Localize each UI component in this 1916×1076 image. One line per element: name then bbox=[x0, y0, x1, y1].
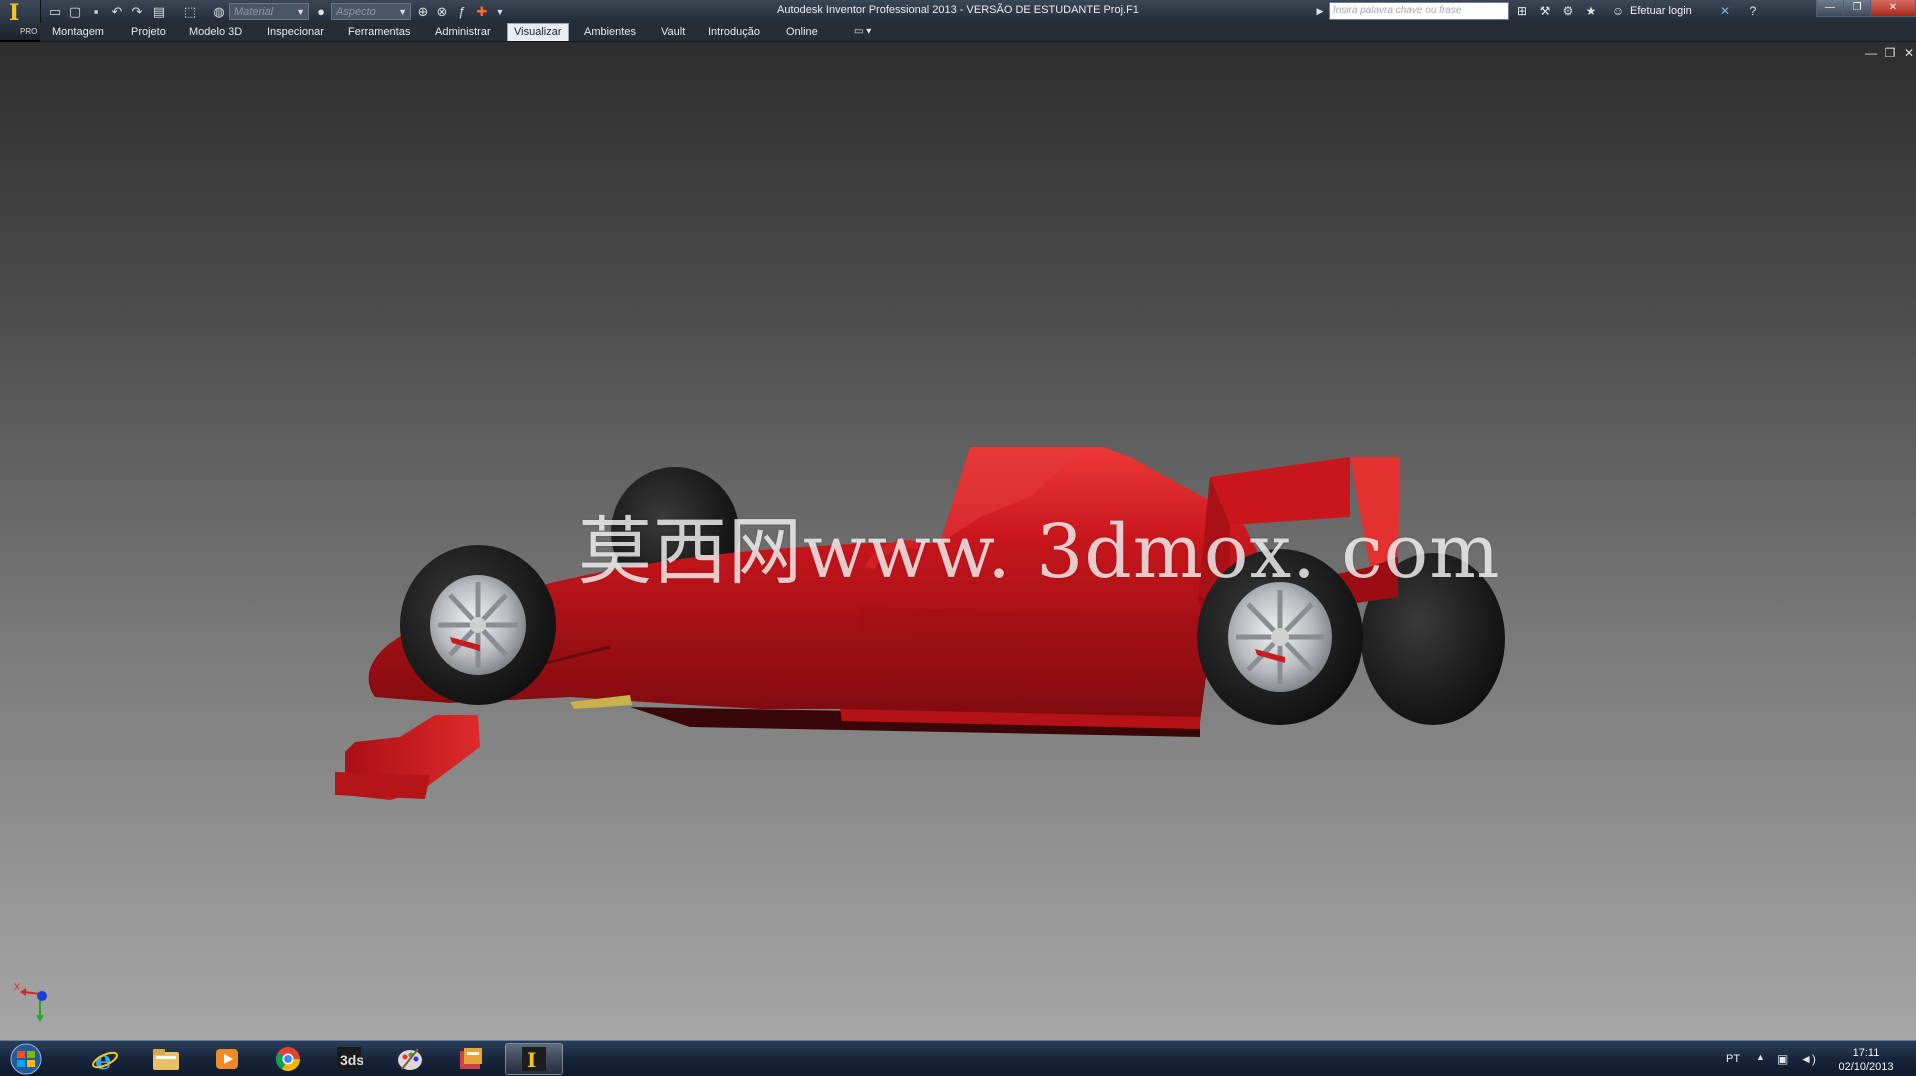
tab-visualizar[interactable]: Visualizar bbox=[507, 23, 569, 41]
ribbon-display-toggle-icon[interactable]: ▭ ▾ bbox=[848, 24, 877, 40]
help-icon[interactable]: ? bbox=[1745, 3, 1761, 19]
clear-appearance-icon[interactable]: ⊗ bbox=[433, 3, 451, 20]
close-window-button[interactable]: ✕ bbox=[1870, 0, 1916, 17]
paint-icon bbox=[398, 1048, 422, 1070]
open-folder-icon[interactable]: ▢ bbox=[66, 3, 84, 20]
media-player-icon bbox=[216, 1049, 238, 1069]
binoculars-icon[interactable]: ⊞ bbox=[1514, 3, 1530, 19]
tab-vault[interactable]: Vault bbox=[655, 24, 691, 40]
taskbar-3ds-max[interactable]: 3ds bbox=[320, 1043, 378, 1075]
start-button[interactable] bbox=[5, 1043, 47, 1075]
tab-inspecionar[interactable]: Inspecionar bbox=[261, 24, 330, 40]
taskbar-internet-explorer[interactable]: e bbox=[76, 1043, 134, 1075]
taskbar-inventor[interactable]: I bbox=[505, 1043, 563, 1075]
svg-text:I: I bbox=[527, 1048, 536, 1072]
print-icon[interactable]: ▤ bbox=[150, 3, 168, 20]
taskbar-app[interactable] bbox=[442, 1043, 500, 1075]
zoom-icon[interactable]: ⊕ bbox=[414, 3, 432, 20]
color-sphere-icon[interactable]: ● bbox=[312, 3, 330, 20]
material-dropdown[interactable]: Material ▼ bbox=[229, 3, 309, 20]
tab-administrar[interactable]: Administrar bbox=[429, 24, 497, 40]
exchange-apps-icon[interactable]: ✕ bbox=[1717, 3, 1733, 19]
graphics-viewport[interactable]: — ❐ ✕ 莫西网www. 3dmox. com X bbox=[0, 42, 1916, 1040]
help-search-placeholder: Insira palavra chave ou frase bbox=[1333, 5, 1462, 16]
login-label[interactable]: Efetuar login bbox=[1630, 5, 1692, 17]
tab-introducao[interactable]: Introdução bbox=[702, 24, 766, 40]
taskbar-media-player[interactable] bbox=[198, 1043, 256, 1075]
front-wing-endplate bbox=[335, 772, 430, 799]
appearance-dropdown[interactable]: Aspecto ▼ bbox=[331, 3, 411, 20]
appearance-icon[interactable]: ◍ bbox=[210, 3, 228, 20]
show-hidden-icons-icon[interactable]: ▲ bbox=[1756, 1052, 1765, 1062]
inventor-logo-icon: I bbox=[9, 0, 20, 26]
expand-arrow-icon[interactable]: ▶ bbox=[1312, 3, 1328, 19]
add-icon[interactable]: ✚ bbox=[473, 3, 491, 20]
clock-time: 17:11 bbox=[1852, 1047, 1880, 1059]
minimize-document-icon[interactable]: — bbox=[1864, 46, 1878, 60]
tab-ambientes[interactable]: Ambientes bbox=[578, 24, 642, 40]
close-document-icon[interactable]: ✕ bbox=[1902, 46, 1916, 60]
tab-ferramentas[interactable]: Ferramentas bbox=[342, 24, 416, 40]
restore-window-button[interactable]: ❐ bbox=[1843, 0, 1871, 17]
chevron-down-icon: ▼ bbox=[296, 7, 305, 17]
select-icon[interactable]: ⬚ bbox=[181, 3, 199, 20]
taskbar-chrome[interactable] bbox=[259, 1043, 317, 1075]
inventor-icon: I bbox=[522, 1047, 546, 1072]
chrome-icon bbox=[275, 1047, 300, 1072]
pro-badge: PRO bbox=[20, 27, 38, 36]
language-indicator[interactable]: PT bbox=[1726, 1053, 1740, 1065]
3ds-max-icon: 3ds bbox=[337, 1047, 363, 1071]
svg-text:3ds: 3ds bbox=[340, 1052, 363, 1068]
view-triad[interactable]: X bbox=[12, 972, 72, 1032]
appearance-dropdown-value: Aspecto bbox=[336, 6, 376, 18]
function-icon[interactable]: ƒ bbox=[453, 3, 471, 20]
taskbar-paint[interactable] bbox=[381, 1043, 439, 1075]
system-clock[interactable]: 17:11 02/10/2013 bbox=[1826, 1046, 1906, 1074]
communication-icon[interactable]: ⚙ bbox=[1560, 3, 1576, 19]
favorites-star-icon[interactable]: ★ bbox=[1583, 3, 1599, 19]
internet-explorer-icon: e bbox=[92, 1046, 118, 1073]
watermark-text: 莫西网www. 3dmox. com bbox=[578, 509, 1501, 595]
chevron-down-icon: ▼ bbox=[398, 7, 407, 17]
tab-online[interactable]: Online bbox=[780, 24, 824, 40]
material-dropdown-value: Material bbox=[234, 6, 274, 18]
inventor-window: I PRO ▭ ▢ ▪ ↶ ↷ ▤ ⬚ ◍ Material ▼ ● Aspec… bbox=[0, 0, 1916, 1076]
undo-icon[interactable]: ↶ bbox=[108, 3, 126, 20]
redo-icon[interactable]: ↷ bbox=[128, 3, 146, 20]
title-bar: I PRO ▭ ▢ ▪ ↶ ↷ ▤ ⬚ ◍ Material ▼ ● Aspec… bbox=[0, 0, 1916, 40]
front-right-wheel[interactable] bbox=[400, 545, 556, 705]
application-menu-button[interactable]: I PRO bbox=[0, 0, 41, 40]
tab-modelo-3d[interactable]: Modelo 3D bbox=[183, 24, 248, 40]
app-icon bbox=[460, 1048, 482, 1069]
save-icon[interactable]: ▪ bbox=[87, 3, 105, 20]
windows-taskbar: e 3ds I PT ▲ ▣ ◄) 17:11 02/10/2013 bbox=[0, 1040, 1916, 1076]
file-explorer-icon bbox=[153, 1049, 179, 1070]
new-file-icon[interactable]: ▭ bbox=[46, 3, 64, 20]
customize-dropdown-icon[interactable]: ▼ bbox=[491, 3, 509, 20]
subscription-icon[interactable]: ⚒ bbox=[1537, 3, 1553, 19]
tab-montagem[interactable]: Montagem bbox=[46, 24, 110, 40]
window-title: Autodesk Inventor Professional 2013 - VE… bbox=[777, 4, 1139, 16]
volume-icon[interactable]: ◄) bbox=[1800, 1052, 1816, 1066]
triad-x-label: X bbox=[14, 982, 20, 992]
minimize-window-button[interactable]: — bbox=[1816, 0, 1844, 17]
restore-document-icon[interactable]: ❐ bbox=[1883, 46, 1897, 60]
taskbar-file-explorer[interactable] bbox=[137, 1043, 195, 1075]
user-icon[interactable]: ☺ bbox=[1610, 3, 1626, 19]
clock-date: 02/10/2013 bbox=[1838, 1061, 1894, 1073]
ribbon-tab-bar: Montagem Projeto Modelo 3D Inspecionar F… bbox=[40, 23, 1916, 42]
network-icon[interactable]: ▣ bbox=[1777, 1052, 1788, 1066]
tab-projeto[interactable]: Projeto bbox=[125, 24, 172, 40]
help-search-input[interactable]: Insira palavra chave ou frase bbox=[1329, 2, 1509, 20]
